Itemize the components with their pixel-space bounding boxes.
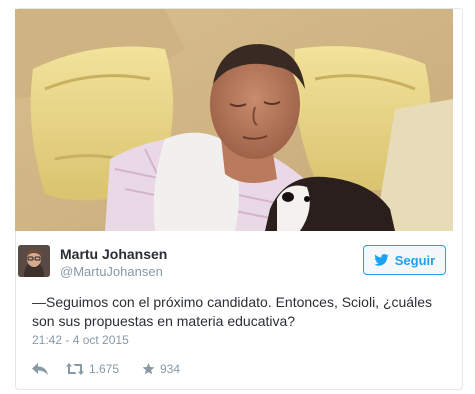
tweet-photo[interactable] <box>15 9 453 231</box>
retweet-icon <box>66 363 84 375</box>
retweet-button[interactable]: 1.675 <box>66 362 136 376</box>
author-handle[interactable]: @MartuJohansen <box>60 264 163 279</box>
like-count: 934 <box>160 362 181 376</box>
tweet-actions: 1.675 934 <box>32 360 180 378</box>
retweet-count: 1.675 <box>89 362 120 376</box>
reply-icon <box>32 363 48 375</box>
follow-button-label: Seguir <box>394 252 436 268</box>
tweet-author[interactable]: Martu Johansen @MartuJohansen Seguir <box>18 243 448 283</box>
bird-icon <box>374 254 389 266</box>
avatar[interactable] <box>18 245 50 277</box>
tweet-text: —Seguimos con el próximo candidato. Ento… <box>32 294 432 329</box>
like-button[interactable]: 934 <box>142 362 180 376</box>
star-icon <box>142 363 155 375</box>
tweet-timestamp[interactable]: 21:42 - 4 oct 2015 <box>32 333 129 347</box>
reply-button[interactable] <box>32 363 60 375</box>
follow-button[interactable]: Seguir <box>363 245 446 275</box>
avatar-image <box>18 245 50 277</box>
photo-sleeping-man-with-dog <box>15 9 453 231</box>
author-display-name[interactable]: Martu Johansen <box>60 246 167 262</box>
